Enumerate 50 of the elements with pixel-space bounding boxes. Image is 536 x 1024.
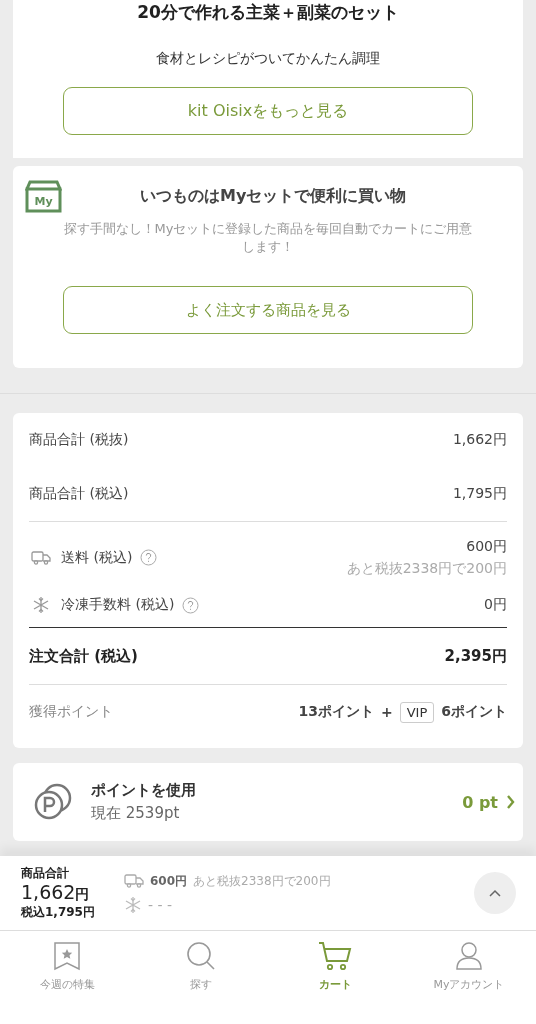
row-value: 600円 (465, 537, 507, 556)
shipping-fee: 600円 (150, 872, 188, 890)
row-value: 2,395円 (444, 646, 507, 666)
tab[interactable]: Myアカウント (402, 931, 536, 1024)
tab[interactable]: 今週の特集 (0, 931, 134, 1024)
cart-total-amount: 1,662円 (21, 882, 91, 904)
chevron-up-icon (489, 889, 501, 897)
help-icon (140, 549, 158, 566)
section-title: 20分で作れる主菜＋副菜のセット (137, 1, 399, 23)
row-value: 0円 (484, 596, 507, 614)
points-coin-icon (33, 782, 73, 822)
row-label: 冷凍手数料 (税込) (61, 596, 175, 614)
row-value: 1,795円 (452, 485, 507, 503)
vip-points: 6ポイント (441, 703, 507, 721)
person-icon (455, 941, 483, 971)
snowflake-icon (124, 895, 142, 914)
section-title: いつものはMyセットで便利に買い物 (140, 185, 407, 207)
cart-total-label: 商品合計 (21, 865, 70, 882)
help-icon (182, 596, 200, 614)
tax-included-total: 税込1,795円 (21, 904, 96, 921)
shipping-note: あと税抜2338円で200円 (346, 559, 507, 578)
points-link[interactable]: 0 pt (462, 792, 515, 812)
bookmark-star-icon (53, 941, 81, 971)
more-kits-button[interactable]: kit Oisixをもっと見る (63, 87, 473, 135)
frozen-fee: - - - (148, 896, 173, 913)
chevron-right-icon (506, 795, 515, 809)
tab[interactable]: カート (268, 931, 402, 1024)
truck-icon (31, 550, 51, 565)
row-label: 送料 (税込) (61, 548, 133, 567)
section-description: 探す手間なし！Myセットに登録した商品を毎回自動でカートにご用意します！ (62, 220, 474, 256)
points-title: ポイントを使用 (91, 781, 197, 800)
plus-sign: + (380, 704, 393, 720)
frequent-items-button[interactable]: よく注文する商品を見る (63, 286, 473, 334)
vip-badge: VIP (399, 701, 435, 723)
row-label: 商品合計 (税抜) (29, 431, 129, 449)
truck-icon (124, 874, 144, 888)
current-points: 現在 2539pt (91, 804, 181, 823)
section-subtitle: 食材とレシピがついてかんたん調理 (156, 50, 380, 68)
snowflake-icon (32, 596, 50, 614)
row-label: 商品合計 (税込) (29, 485, 129, 503)
box-icon: My (25, 179, 62, 213)
points-earned: 13ポイント (298, 703, 374, 721)
tab[interactable]: 探す (134, 931, 268, 1024)
shipping-note: あと税抜2338円で200円 (193, 872, 331, 890)
expand-button[interactable] (474, 872, 516, 914)
search-icon (186, 941, 216, 971)
row-label: 獲得ポイント (29, 703, 113, 721)
cart-icon (318, 941, 352, 971)
row-label: 注文合計 (税込) (29, 646, 138, 666)
row-value: 1,662円 (452, 431, 507, 449)
